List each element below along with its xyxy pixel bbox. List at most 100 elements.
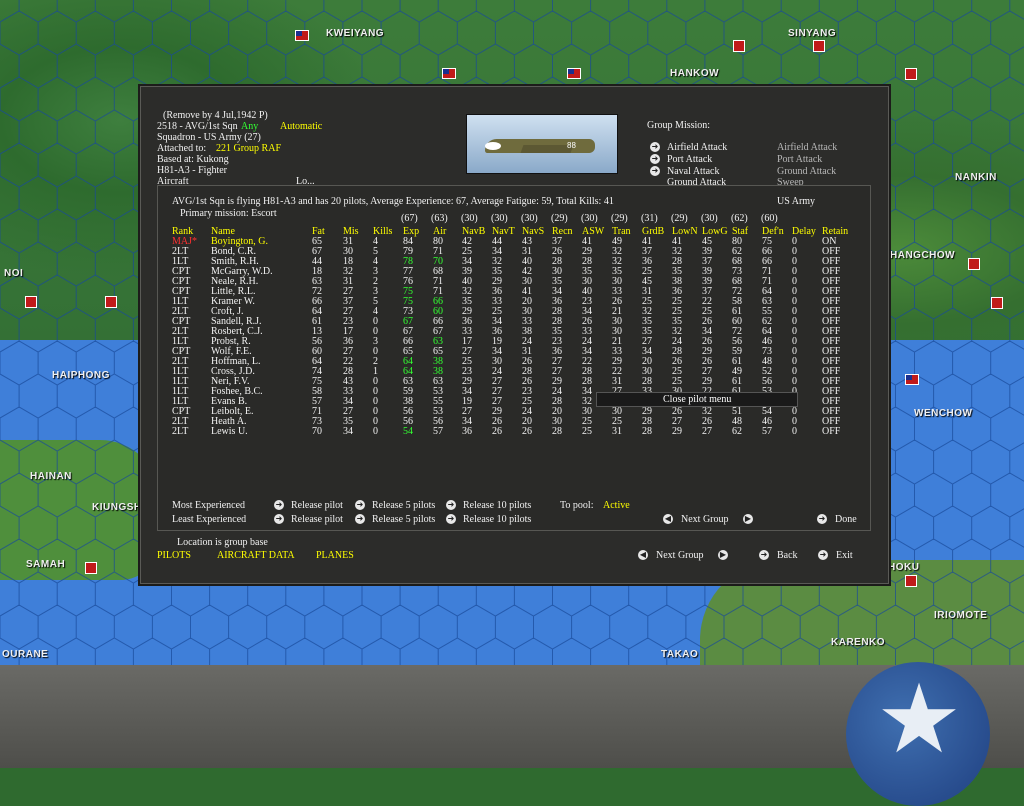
map-label-wenchow: WENCHOW: [914, 408, 973, 419]
japan-unit-icon[interactable]: [968, 258, 980, 270]
roc-flag-icon[interactable]: [905, 374, 919, 385]
japan-unit-icon[interactable]: [991, 297, 1003, 309]
mission-option-value: Ground Attack: [777, 166, 837, 177]
pilot-cell: 29: [672, 426, 682, 437]
release-arrow-icon[interactable]: ➜: [446, 514, 456, 524]
pilot-cell: 0: [373, 426, 378, 437]
pilot-cell: 2LT: [172, 426, 189, 437]
pilot-cell: 62: [732, 426, 742, 437]
pilot-cell: 25: [582, 426, 592, 437]
pilot-cell: 0: [792, 426, 797, 437]
next-group-icon[interactable]: ▶: [718, 550, 728, 560]
arrow-right-icon[interactable]: ➜: [650, 166, 660, 176]
exit-icon[interactable]: ➜: [818, 550, 828, 560]
most-experienced-label: Most Experienced: [172, 500, 246, 511]
pilot-cell: 26: [522, 426, 532, 437]
release-least-1-button[interactable]: Release pilot: [291, 515, 343, 525]
skill-average: (30): [701, 213, 718, 224]
attached-value-link[interactable]: 221 Group RAF: [216, 144, 281, 154]
done-button[interactable]: Done: [835, 515, 857, 525]
pilot-cell: 34: [343, 426, 353, 437]
pilot-cell[interactable]: OFF: [822, 427, 840, 437]
skill-average: (67): [401, 213, 418, 224]
map-label-sinyang: SINYANG: [788, 28, 837, 39]
mission-option-value: Sweep: [777, 178, 804, 185]
japan-unit-icon[interactable]: [905, 68, 917, 80]
map-label-noi: NOI: [4, 268, 24, 279]
map-label-hoku: HOKU: [888, 562, 920, 573]
aircraft-cut-value: Lo...: [296, 177, 315, 184]
japan-unit-icon[interactable]: [25, 296, 37, 308]
unit-id-name: 2518 - AVG/1st Sqn: [157, 121, 238, 132]
skill-average: (30): [521, 213, 538, 224]
map-label-karenko: KARENKO: [831, 637, 886, 648]
done-icon[interactable]: ➜: [817, 514, 827, 524]
release-arrow-icon[interactable]: ➜: [355, 500, 365, 510]
release-least-10-button[interactable]: Release 10 pilots: [463, 515, 531, 525]
remove-by-note: (Remove by 4 Jul,1942 P): [163, 110, 268, 121]
aircraft-picture: 88: [466, 114, 618, 174]
any-toggle[interactable]: Any: [241, 122, 258, 132]
map-label-samah: SAMAH: [26, 559, 66, 570]
japan-unit-icon[interactable]: [905, 575, 917, 587]
back-button[interactable]: Back: [777, 551, 798, 561]
skill-average: (63): [431, 213, 448, 224]
previous-group-icon[interactable]: ◀: [663, 514, 673, 524]
mission-option-label[interactable]: Naval Attack: [667, 167, 719, 177]
squadron-line: Squadron - US Army (27): [157, 132, 261, 143]
release-most-10-button[interactable]: Release 10 pilots: [463, 501, 531, 511]
map-label-hangchow: HANGCHOW: [890, 250, 956, 261]
pilot-name[interactable]: Lewis U.: [211, 427, 248, 437]
mission-option-label[interactable]: Port Attack: [667, 155, 712, 165]
mission-option-label[interactable]: Airfield Attack: [667, 143, 727, 153]
release-arrow-icon[interactable]: ➜: [274, 514, 284, 524]
release-arrow-icon[interactable]: ➜: [446, 500, 456, 510]
map-label-haiphong: HAIPHONG: [52, 370, 110, 381]
mission-option-label[interactable]: Ground Attack: [667, 178, 726, 185]
roc-flag-icon[interactable]: [442, 68, 456, 79]
skill-average: (30): [581, 213, 598, 224]
roc-flag-icon[interactable]: [567, 68, 581, 79]
tab-pilots[interactable]: PILOTS: [157, 551, 191, 561]
mission-option-value: Airfield Attack: [777, 142, 838, 153]
mission-option-value: Port Attack: [777, 154, 823, 165]
automatic-toggle[interactable]: Automatic: [280, 122, 322, 132]
skill-average: (29): [551, 213, 568, 224]
release-arrow-icon[interactable]: ➜: [274, 500, 284, 510]
roc-flag-icon[interactable]: [295, 30, 309, 41]
pilot-cell: 31: [612, 426, 622, 437]
aircraft-number: 88: [567, 141, 576, 150]
aircraft-cut-label: Aircraft: [157, 177, 189, 184]
japan-unit-icon[interactable]: [85, 562, 97, 574]
group-mission-title: Group Mission:: [647, 120, 711, 131]
tab-planes[interactable]: PLANES: [316, 551, 354, 561]
japan-unit-icon[interactable]: [733, 40, 745, 52]
release-most-5-button[interactable]: Release 5 pilots: [372, 501, 435, 511]
next-group-button[interactable]: Next Group: [656, 551, 704, 561]
release-most-1-button[interactable]: Release pilot: [291, 501, 343, 511]
release-arrow-icon[interactable]: ➜: [355, 514, 365, 524]
japan-unit-icon[interactable]: [105, 296, 117, 308]
based-at-line: Based at: Kukong: [157, 154, 229, 165]
previous-group-icon[interactable]: ◀: [638, 550, 648, 560]
arrow-right-icon[interactable]: ➜: [650, 154, 660, 164]
close-pilot-menu-label[interactable]: Close pilot menu: [663, 394, 731, 405]
back-icon[interactable]: ➜: [759, 550, 769, 560]
japan-unit-icon[interactable]: [813, 40, 825, 52]
close-pilot-menu-popup[interactable]: Close pilot menu: [596, 392, 798, 407]
map-label-hainan: HAINAN: [30, 471, 72, 482]
arrow-right-icon[interactable]: ➜: [650, 142, 660, 152]
skill-average: (29): [671, 213, 688, 224]
tab-aircraft-data[interactable]: AIRCRAFT DATA: [217, 551, 295, 561]
us-star-emblem-icon: ★: [846, 662, 990, 806]
next-group-icon[interactable]: ▶: [743, 514, 753, 524]
attached-label: Attached to:: [157, 143, 207, 154]
aircraft-type-line: H81-A3 - Fighter: [157, 165, 227, 176]
squadron-summary: AVG/1st Sqn is flying H81-A3 and has 20 …: [172, 196, 614, 207]
next-group-inner-label[interactable]: Next Group: [681, 515, 729, 525]
release-least-5-button[interactable]: Release 5 pilots: [372, 515, 435, 525]
pilot-cell: 28: [552, 426, 562, 437]
exit-button[interactable]: Exit: [836, 551, 853, 561]
map-label-nankin: NANKIN: [955, 172, 997, 183]
to-pool-value[interactable]: Active: [603, 501, 630, 511]
